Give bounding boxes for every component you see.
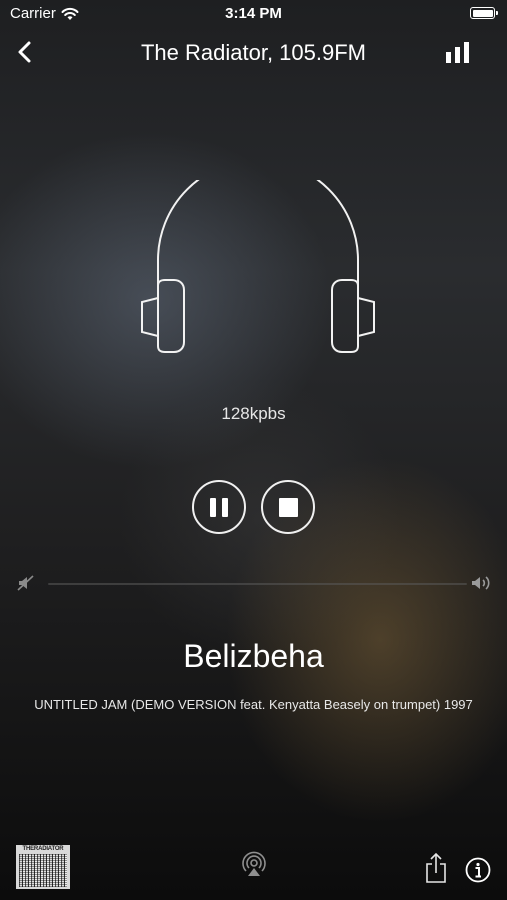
status-time: 3:14 PM: [225, 5, 282, 22]
thumbnail-image: [19, 854, 67, 887]
back-button[interactable]: [12, 38, 40, 66]
share-icon[interactable]: [424, 852, 448, 884]
status-bar: Carrier 3:14 PM: [0, 0, 507, 28]
station-thumbnail[interactable]: THERADIATOR: [16, 845, 70, 889]
chevron-left-icon: [18, 41, 31, 63]
bitrate-label: 128kpbs: [221, 404, 286, 423]
artist-name: Belizbeha: [183, 638, 324, 674]
bar-chart-icon: [446, 42, 469, 63]
stop-button[interactable]: [261, 480, 315, 534]
volume-slider[interactable]: [48, 583, 467, 585]
headphones-icon: [141, 180, 375, 353]
volume-max-icon: [472, 576, 490, 590]
pause-button[interactable]: [192, 480, 246, 534]
nav-bar: The Radiator, 105.9FM: [0, 30, 507, 74]
airplay-icon[interactable]: [240, 850, 268, 878]
battery-icon: [470, 7, 498, 19]
volume-mute-icon: [17, 575, 34, 591]
stop-icon: [279, 498, 298, 517]
stats-button[interactable]: [445, 42, 471, 64]
info-icon[interactable]: [465, 857, 491, 883]
track-title: UNTITLED JAM (DEMO VERSION feat. Kenyatt…: [34, 697, 473, 712]
station-title: The Radiator, 105.9FM: [140, 40, 366, 65]
thumbnail-label: THERADIATOR: [22, 846, 64, 852]
